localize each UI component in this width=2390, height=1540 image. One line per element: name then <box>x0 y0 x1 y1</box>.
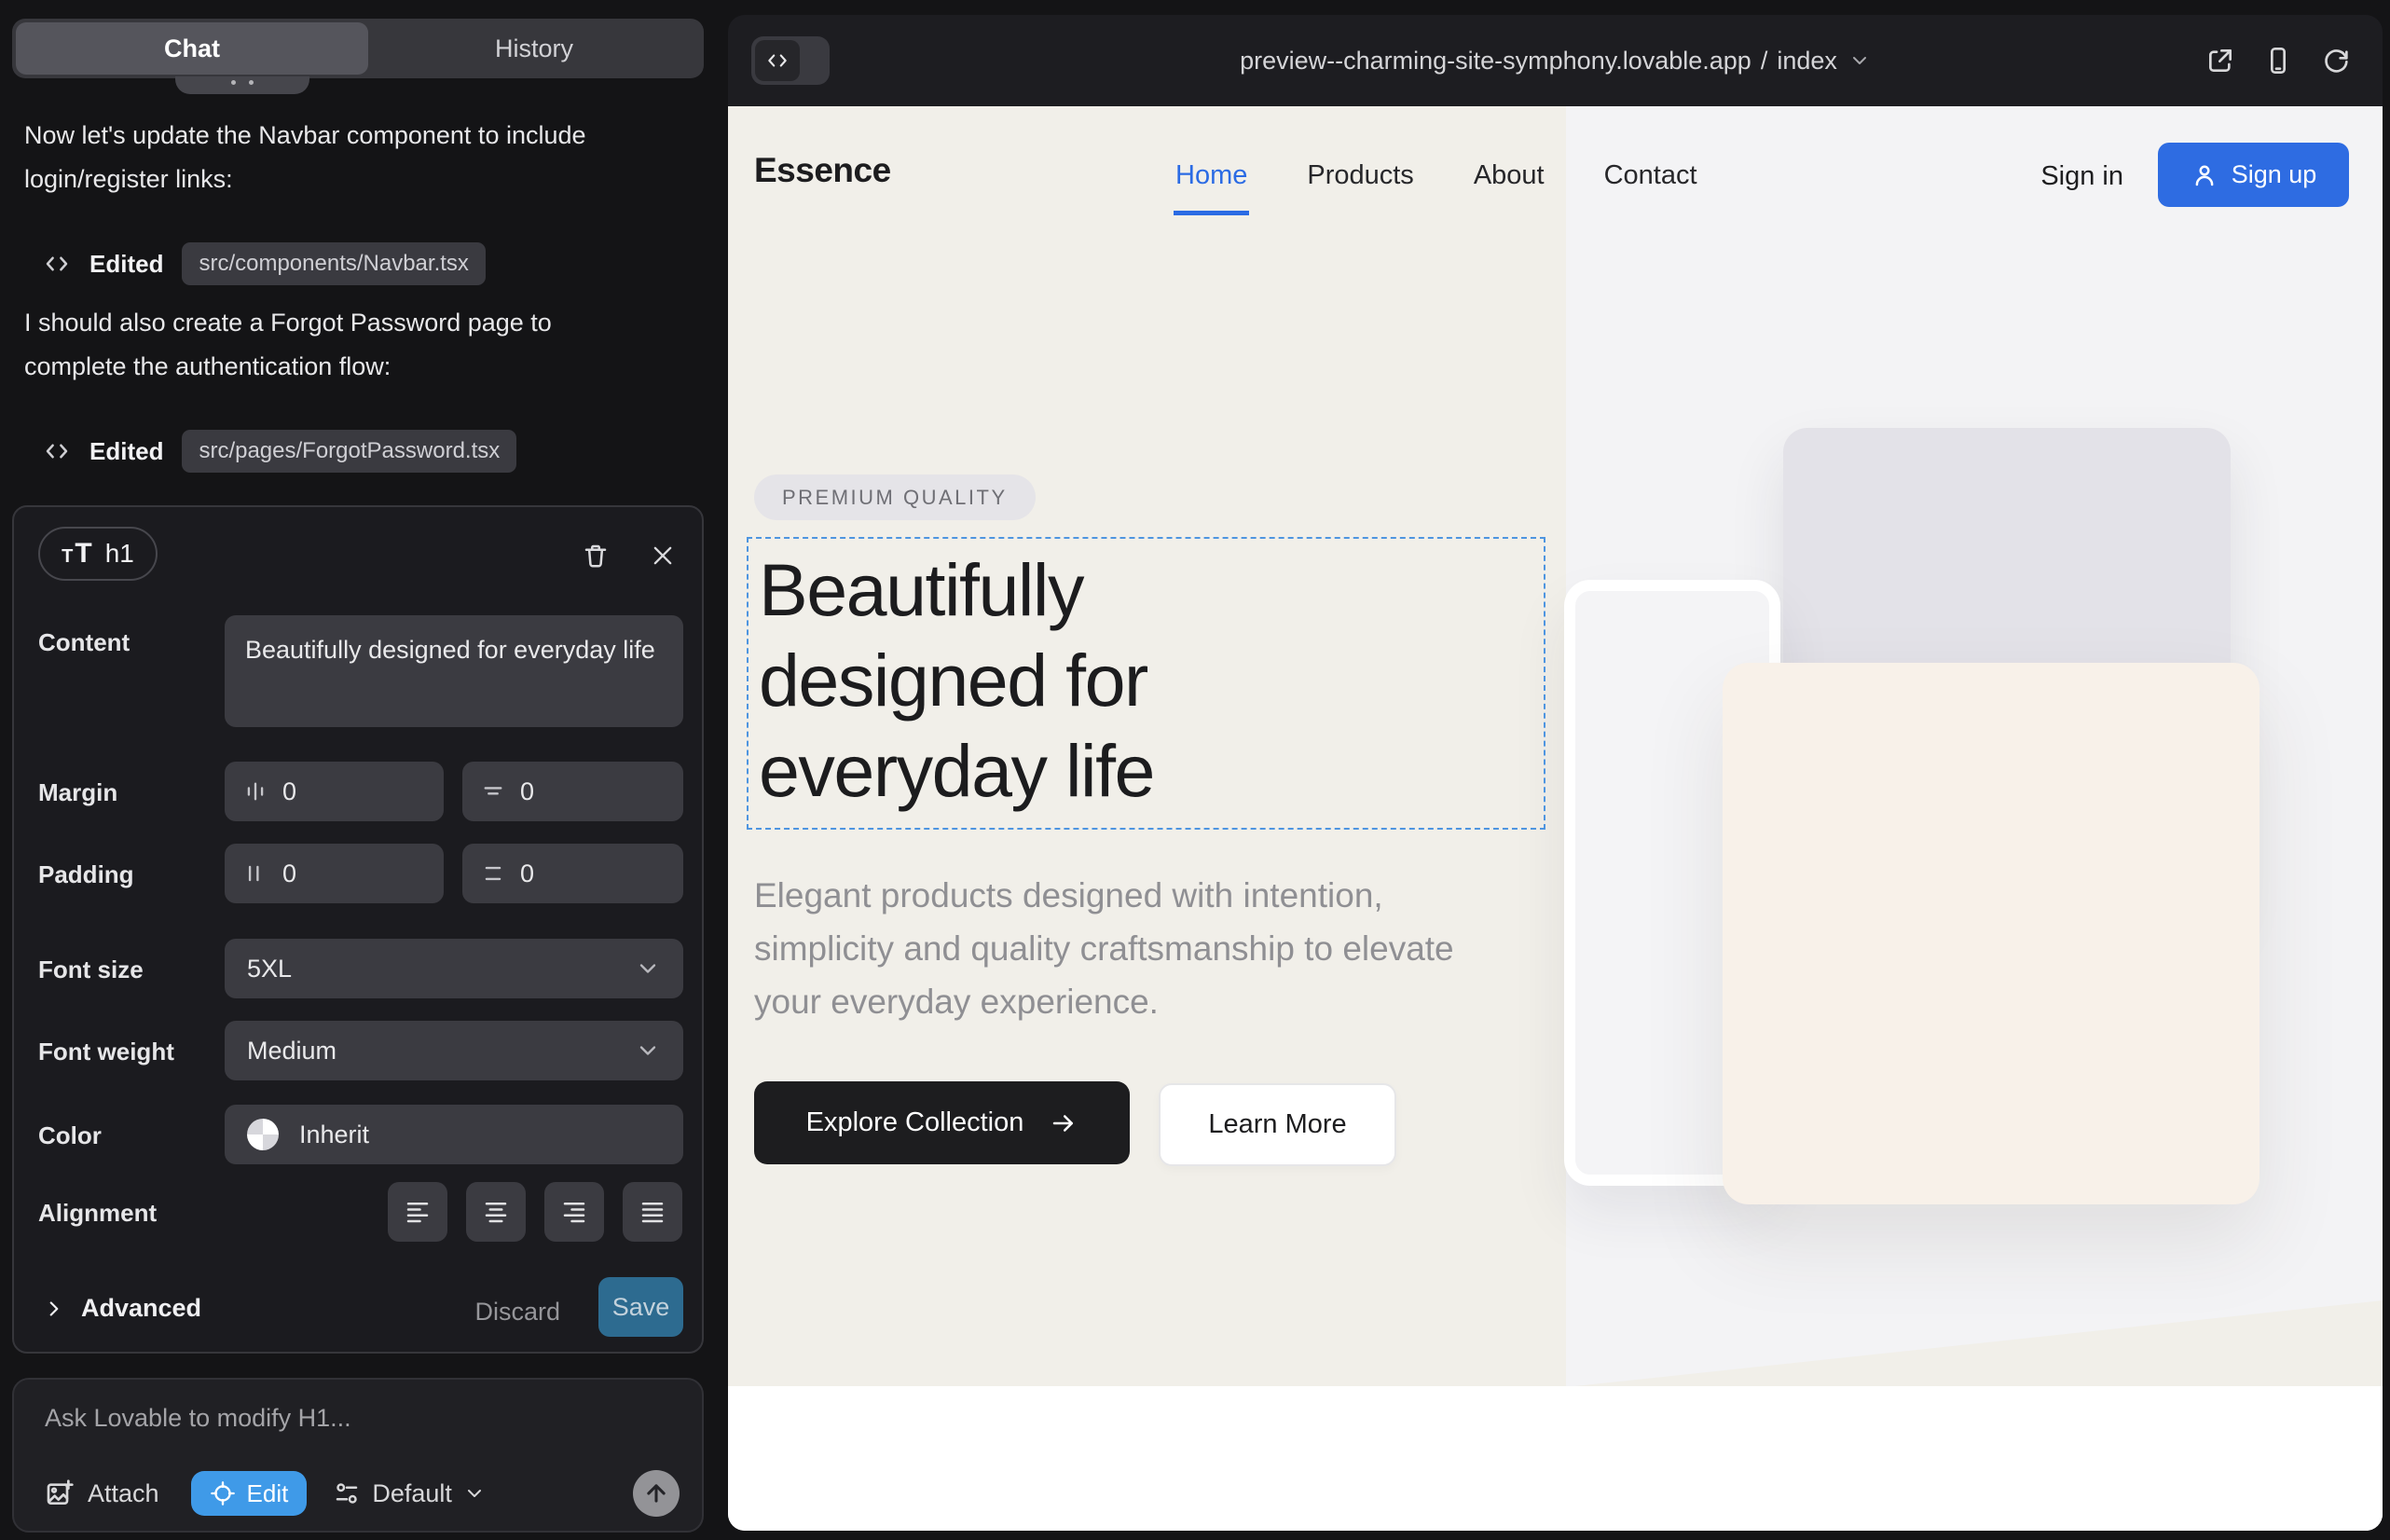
explore-collection-button[interactable]: Explore Collection <box>754 1081 1130 1164</box>
edited-label: Edited <box>89 437 163 466</box>
nav-link-contact[interactable]: Contact <box>1604 160 1697 191</box>
url-bar[interactable]: preview--charming-site-symphony.lovable.… <box>728 15 2383 106</box>
decorative-card-cream <box>1723 663 2260 1204</box>
selected-element-badge: TT h1 <box>38 527 158 581</box>
chevron-right-icon <box>42 1297 66 1321</box>
code-view-toggle[interactable] <box>751 36 830 85</box>
url-host: preview--charming-site-symphony.lovable.… <box>1240 47 1751 76</box>
scrolled-chip[interactable] <box>175 76 309 94</box>
model-selector[interactable]: Default <box>333 1479 486 1508</box>
code-icon <box>43 437 71 465</box>
element-editor-panel: TT h1 Content Beautifully designed for e… <box>12 505 704 1354</box>
margin-horizontal-icon <box>243 779 268 804</box>
tab-chat[interactable]: Chat <box>16 22 368 75</box>
font-weight-select[interactable]: Medium <box>225 1021 683 1080</box>
preview-browser-bar: preview--charming-site-symphony.lovable.… <box>728 15 2383 106</box>
code-icon <box>43 250 71 278</box>
preview-frame: preview--charming-site-symphony.lovable.… <box>728 15 2383 1531</box>
delete-element-button[interactable] <box>579 539 612 572</box>
align-right-button[interactable] <box>544 1182 604 1242</box>
chevron-down-icon <box>463 1482 486 1505</box>
arrow-right-icon <box>1050 1109 1078 1137</box>
align-left-button[interactable] <box>388 1182 447 1242</box>
nav-link-home[interactable]: Home <box>1175 160 1247 191</box>
alignment-buttons <box>388 1182 682 1242</box>
browser-actions <box>2205 15 2351 106</box>
padding-y-input[interactable]: 0 <box>462 844 683 903</box>
image-plus-icon <box>45 1478 75 1508</box>
send-button[interactable] <box>633 1470 680 1517</box>
margin-vertical-icon <box>481 779 505 804</box>
color-label: Color <box>38 1121 102 1150</box>
brand-logo[interactable]: Essence <box>754 151 891 190</box>
chat-composer: Ask Lovable to modify H1... Attach Edit <box>12 1378 704 1533</box>
assistant-message: I should also create a Forgot Password p… <box>24 301 628 389</box>
edit-mode-button[interactable]: Edit <box>191 1471 308 1516</box>
color-swatch <box>247 1119 279 1150</box>
save-button[interactable]: Save <box>598 1277 683 1337</box>
element-tag: h1 <box>105 539 134 569</box>
tab-history[interactable]: History <box>368 22 700 75</box>
hero-paragraph: Elegant products designed with intention… <box>754 869 1518 1028</box>
hero-heading[interactable]: Beautifully designed for everyday life <box>759 544 1154 816</box>
open-external-button[interactable] <box>2205 46 2235 76</box>
file-chip[interactable]: src/pages/ForgotPassword.tsx <box>182 430 516 473</box>
advanced-toggle[interactable]: Advanced <box>42 1294 201 1323</box>
font-size-label: Font size <box>38 956 144 984</box>
refresh-button[interactable] <box>2321 46 2351 76</box>
nav-link-products[interactable]: Products <box>1307 160 1413 191</box>
font-size-select[interactable]: 5XL <box>225 939 683 998</box>
edited-label: Edited <box>89 250 163 279</box>
sidebar-tab-bar: Chat History <box>12 19 704 78</box>
edited-file-row: Edited src/components/Navbar.tsx <box>43 242 486 285</box>
padding-horizontal-icon <box>243 861 268 886</box>
url-separator: / <box>1761 47 1768 76</box>
edited-file-row: Edited src/pages/ForgotPassword.tsx <box>43 430 516 473</box>
color-select[interactable]: Inherit <box>225 1105 683 1164</box>
type-icon: TT <box>62 538 92 570</box>
nav-links: Home Products About Contact <box>1175 160 1697 191</box>
next-section-background <box>728 1386 2383 1531</box>
discard-button[interactable]: Discard <box>474 1298 560 1327</box>
nav-link-about[interactable]: About <box>1474 160 1545 191</box>
learn-more-button[interactable]: Learn More <box>1159 1083 1396 1166</box>
chevron-down-icon <box>635 1038 661 1064</box>
align-center-button[interactable] <box>466 1182 526 1242</box>
site-navbar: Essence Home Products About Contact Sign… <box>728 106 2383 246</box>
url-page: index <box>1777 47 1837 76</box>
close-editor-button[interactable] <box>646 539 680 572</box>
margin-y-input[interactable]: 0 <box>462 762 683 821</box>
align-justify-button[interactable] <box>623 1182 682 1242</box>
attach-button[interactable]: Attach <box>45 1478 159 1508</box>
sliders-icon <box>333 1479 361 1507</box>
padding-x-input[interactable]: 0 <box>225 844 444 903</box>
margin-x-input[interactable]: 0 <box>225 762 444 821</box>
alignment-label: Alignment <box>38 1199 157 1228</box>
chat-input[interactable]: Ask Lovable to modify H1... <box>45 1404 351 1433</box>
padding-label: Padding <box>38 860 134 889</box>
target-icon <box>210 1480 236 1506</box>
content-label: Content <box>38 628 130 657</box>
site-preview: Essence Home Products About Contact Sign… <box>728 106 2383 1531</box>
margin-label: Margin <box>38 778 117 807</box>
app-window: Chat History Now let's update the Navbar… <box>0 0 2390 1540</box>
sign-up-button[interactable]: Sign up <box>2158 143 2349 207</box>
file-chip[interactable]: src/components/Navbar.tsx <box>182 242 485 285</box>
padding-vertical-icon <box>481 861 505 886</box>
chevron-down-icon <box>635 956 661 982</box>
mobile-preview-button[interactable] <box>2263 46 2293 76</box>
chevron-down-icon <box>1848 49 1871 72</box>
content-textarea[interactable]: Beautifully designed for everyday life <box>225 615 683 727</box>
font-weight-label: Font weight <box>38 1038 174 1066</box>
user-icon <box>2191 161 2218 189</box>
assistant-message: Now let's update the Navbar component to… <box>24 114 628 201</box>
sign-in-link[interactable]: Sign in <box>2040 161 2123 192</box>
composer-toolbar: Attach Edit Default <box>45 1470 680 1517</box>
code-icon <box>755 40 800 81</box>
hero-badge: PREMIUM QUALITY <box>754 474 1036 520</box>
chat-sidebar: Chat History Now let's update the Navbar… <box>0 0 727 1540</box>
